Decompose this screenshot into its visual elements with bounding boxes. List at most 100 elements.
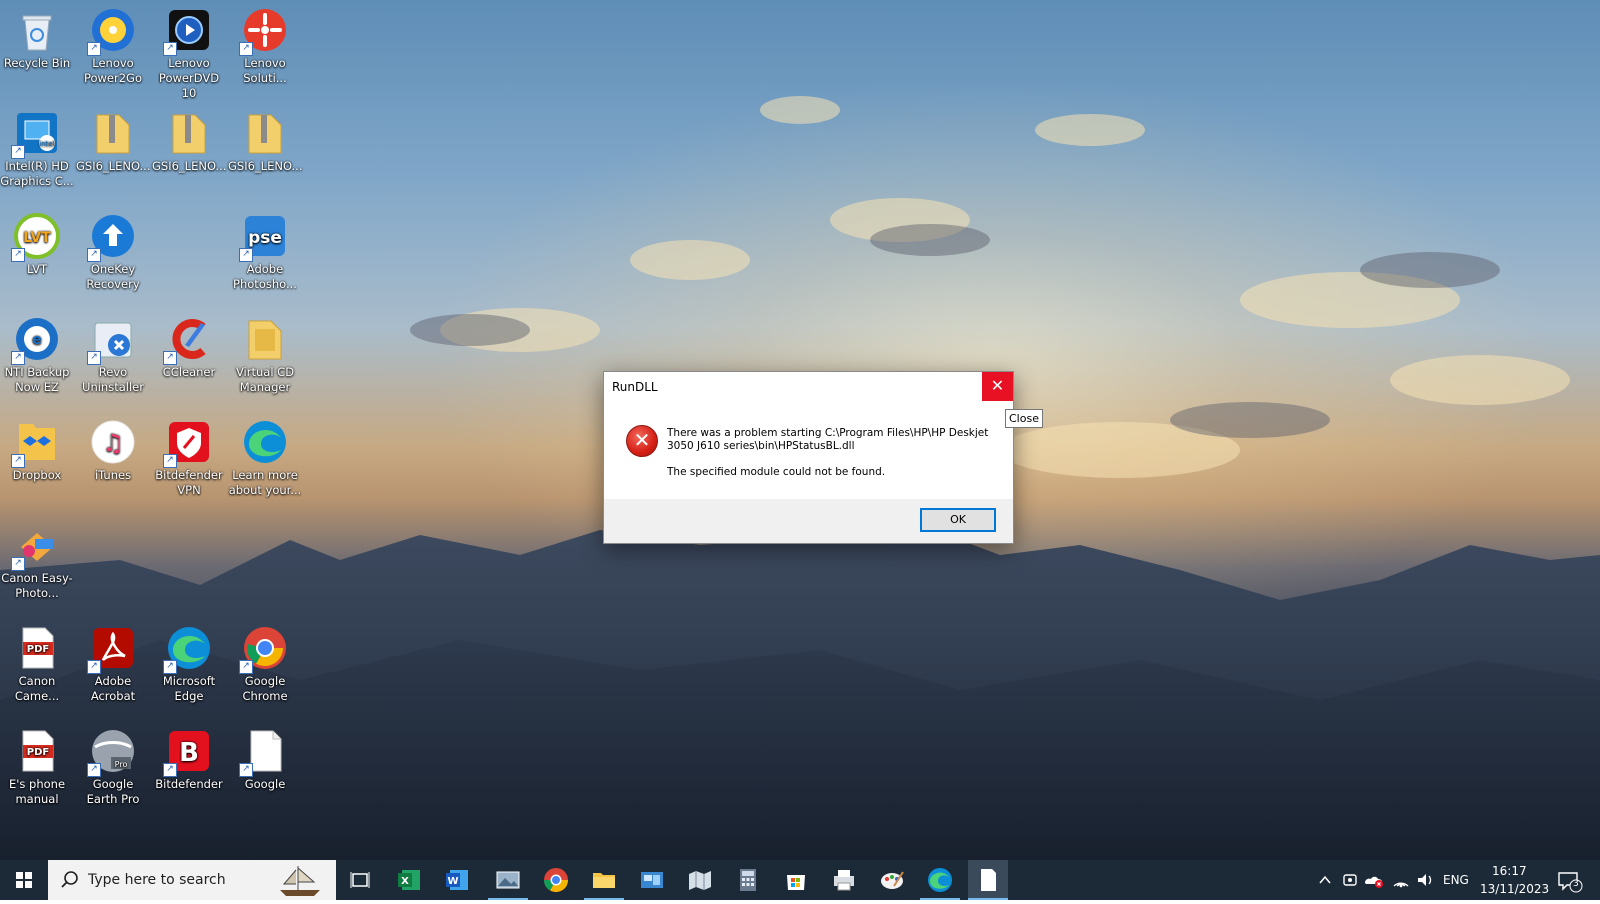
show-hidden-icons-button[interactable] [1316, 866, 1334, 894]
maps-icon [689, 871, 711, 890]
desktop-icon-label: Lenovo PowerDVD 10 [158, 56, 220, 100]
webcam-icon [1343, 874, 1357, 886]
desktop-icon-canon-easy-photo[interactable]: ↗ Canon Easy-Photo... [0, 515, 74, 601]
taskbar-store[interactable] [782, 866, 810, 894]
desktop-icon-learn-more[interactable]: Learn more about your... [228, 412, 302, 498]
tray-webcam[interactable] [1340, 866, 1360, 894]
shortcut-arrow-icon: ↗ [11, 351, 25, 365]
desktop-icon-label: Microsoft Edge [162, 674, 216, 703]
shortcut-arrow-icon: ↗ [163, 763, 177, 777]
desktop-icon-recycle-bin[interactable]: Recycle Bin [0, 0, 74, 71]
desktop-icon-google-chrome[interactable]: ↗ Google Chrome [228, 618, 302, 704]
desktop-icon-revo-uninstaller[interactable]: ↗ Revo Uninstaller [76, 309, 150, 395]
taskbar-printer[interactable] [830, 866, 858, 894]
shortcut-arrow-icon: ↗ [239, 763, 253, 777]
desktop-icon-google-doc[interactable]: ↗ Google [228, 721, 302, 792]
desktop-icon-lvt[interactable]: LVT ↗ LVT [0, 206, 74, 277]
svg-text:LVT: LVT [23, 230, 51, 246]
clock-date[interactable]: 13/11/2023 [1480, 882, 1549, 896]
task-view-icon [350, 872, 370, 888]
tray-onedrive[interactable] [1362, 866, 1386, 894]
desktop-icon-label: NTI Backup Now EZ [4, 365, 70, 394]
shortcut-arrow-icon: ↗ [87, 351, 101, 365]
task-view-button[interactable] [346, 866, 374, 894]
shortcut-arrow-icon: ↗ [239, 248, 253, 262]
desktop-icon-bitdefender[interactable]: B ↗ Bitdefender [152, 721, 226, 792]
desktop-icon-virtual-cd-manager[interactable]: Virtual CD Manager [228, 309, 302, 395]
taskbar-notepad[interactable] [968, 860, 1008, 900]
search-box[interactable]: Type here to search [48, 860, 336, 900]
desktop-icon-intel-graphics[interactable]: intel ↗ Intel(R) HD Graphics C... [0, 103, 74, 189]
taskbar-maps[interactable] [686, 866, 714, 894]
chrome-icon [544, 868, 568, 893]
desktop-icon-microsoft-edge[interactable]: ↗ Microsoft Edge [152, 618, 226, 704]
desktop-icon-gsi6-3[interactable]: GSI6_LENO... [228, 103, 303, 174]
desktop-icon-itunes[interactable]: ♫ iTunes [76, 412, 150, 483]
store-icon [787, 875, 805, 890]
svg-text:e: e [32, 332, 42, 348]
close-button[interactable]: ✕ [982, 372, 1013, 401]
desktop-icon-label: Virtual CD Manager [235, 365, 295, 394]
shortcut-arrow-icon: ↗ [87, 42, 101, 56]
pdf-icon: PDF [13, 727, 61, 775]
desktop-icon-adobe-acrobat[interactable]: ↗ Adobe Acrobat [76, 618, 150, 704]
svg-text:W: W [447, 876, 458, 887]
desktop-icon-lenovo-powerdvd[interactable]: ↗ Lenovo PowerDVD 10 [152, 0, 226, 101]
desktop-icon-nti-backup[interactable]: e ↗ NTI Backup Now EZ [0, 309, 74, 395]
desktop-icon-gsi6-2[interactable]: GSI6_LENO... [152, 103, 227, 174]
desktop-icon-bitdefender-vpn[interactable]: ↗ Bitdefender VPN [152, 412, 226, 498]
desktop-icon-lenovo-solution[interactable]: ↗ Lenovo Soluti... [228, 0, 302, 86]
desktop-icon-onekey-recovery[interactable]: ↗ OneKey Recovery [76, 206, 150, 292]
taskbar-chrome[interactable] [542, 866, 570, 894]
intel-graphics-icon: intel ↗ [11, 109, 61, 159]
clock-time[interactable]: 16:17 [1492, 864, 1527, 878]
search-highlight-icon [280, 866, 320, 896]
svg-text:X: X [401, 876, 409, 887]
taskbar-file-explorer[interactable] [590, 866, 618, 894]
desktop-icon-label: Revo Uninstaller [82, 365, 144, 394]
desktop-icon-gsi6-1[interactable]: GSI6_LENO... [76, 103, 151, 174]
desktop-icon-lenovo-power2go[interactable]: ↗ Lenovo Power2Go [76, 0, 150, 86]
desktop-icon-label: Dropbox [12, 468, 62, 482]
desktop-icon-label: GSI6_LENO... [152, 159, 227, 173]
desktop-icon-canon-camera-pdf[interactable]: PDF Canon Came... [0, 618, 74, 704]
taskbar-calculator[interactable] [734, 866, 762, 894]
notification-icon [1558, 872, 1583, 893]
file-explorer-icon [593, 873, 615, 888]
photos-icon [496, 871, 520, 889]
close-tooltip: Close [1005, 409, 1043, 428]
taskbar-excel[interactable]: X [396, 866, 424, 894]
taskbar-paint[interactable] [878, 866, 906, 894]
tray-volume[interactable] [1414, 866, 1436, 894]
tray-wifi[interactable] [1390, 866, 1412, 894]
desktop-icon-label: Recycle Bin [3, 56, 71, 70]
desktop-icon-label: E's phone manual [8, 777, 66, 806]
edge-icon: ↗ [163, 624, 213, 674]
start-button[interactable] [0, 860, 48, 900]
desktop-icon-ccleaner[interactable]: ↗ CCleaner [152, 309, 226, 380]
taskbar-control-panel[interactable] [638, 866, 666, 894]
photoshop-elements-icon: pse ↗ [239, 212, 289, 262]
nti-backup-icon: e ↗ [11, 315, 61, 365]
shortcut-arrow-icon: ↗ [87, 763, 101, 777]
taskbar-word[interactable]: W [444, 866, 472, 894]
rundll-error-dialog: RunDLL ✕ ✕ There was a problem starting … [603, 371, 1014, 544]
onekey-recovery-icon: ↗ [87, 212, 137, 262]
taskbar-edge[interactable] [926, 866, 954, 894]
chevron-up-icon [1319, 875, 1331, 884]
shortcut-arrow-icon: ↗ [163, 660, 177, 674]
edge-icon [928, 868, 952, 892]
desktop-icon-dropbox[interactable]: ↗ Dropbox [0, 412, 74, 483]
language-indicator[interactable]: ENG [1443, 873, 1469, 887]
desktop-icon-phone-manual[interactable]: PDF E's phone manual [0, 721, 74, 807]
ok-button[interactable]: OK [920, 508, 996, 532]
svg-text:intel: intel [39, 140, 54, 148]
action-center-button[interactable]: 3 [1554, 866, 1584, 894]
dialog-titlebar[interactable]: RunDLL ✕ [604, 372, 1013, 402]
taskbar-photos[interactable] [494, 866, 522, 894]
desktop[interactable]: Recycle Bin intel ↗ Intel(R) HD Graphics… [0, 0, 1600, 860]
desktop-icon-google-earth-pro[interactable]: Pro ↗ Google Earth Pro [76, 721, 150, 807]
close-icon: ✕ [990, 376, 1005, 395]
desktop-icon-adobe-photoshop[interactable]: pse ↗ Adobe Photosho... [228, 206, 302, 292]
desktop-icon-label: LVT [26, 262, 48, 276]
